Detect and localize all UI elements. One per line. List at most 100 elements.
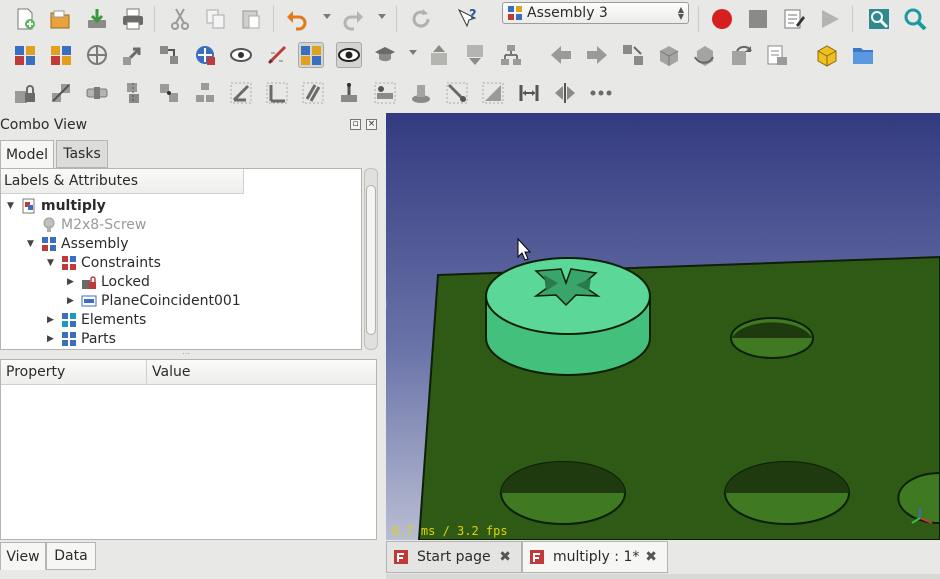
constraint-stack-icon[interactable] bbox=[192, 80, 218, 106]
undo-icon[interactable] bbox=[284, 6, 310, 32]
quick-solve-icon[interactable] bbox=[156, 42, 182, 68]
zoom-box-icon[interactable] bbox=[866, 6, 892, 32]
constraint-pointsdistance-icon[interactable] bbox=[336, 80, 362, 106]
tree-item-constraints[interactable]: ▼ Constraints bbox=[47, 253, 161, 272]
tab-data[interactable]: Data bbox=[46, 542, 96, 570]
zoom-icon[interactable] bbox=[902, 6, 928, 32]
constraint-lock-icon[interactable] bbox=[12, 80, 38, 106]
tree-item-multiply[interactable]: ▼ multiply bbox=[7, 196, 106, 215]
box-arrow-icon[interactable] bbox=[656, 42, 682, 68]
constraint-point-icon[interactable] bbox=[156, 80, 182, 106]
3d-scene[interactable] bbox=[386, 113, 940, 540]
macro-edit-icon[interactable] bbox=[781, 6, 807, 32]
select-element-icon[interactable] bbox=[620, 42, 646, 68]
whats-this-icon[interactable]: ? bbox=[455, 6, 481, 32]
tree-item-parts[interactable]: ▶ Parts bbox=[47, 329, 116, 348]
export-icon[interactable] bbox=[764, 42, 790, 68]
panel-splitter[interactable]: ⋯ bbox=[382, 300, 391, 309]
doc-tab-multiply[interactable]: multiply : 1* ✖ bbox=[522, 541, 668, 573]
screw-model[interactable] bbox=[485, 257, 651, 376]
axial-move-icon[interactable] bbox=[192, 42, 218, 68]
constraint-parallel-icon[interactable] bbox=[300, 80, 326, 106]
rotate-box-icon[interactable] bbox=[692, 42, 718, 68]
new-document-icon[interactable] bbox=[12, 6, 38, 32]
tab-tasks[interactable]: Tasks bbox=[56, 140, 108, 168]
document-icon bbox=[22, 198, 35, 213]
cut-icon[interactable] bbox=[167, 6, 193, 32]
constraint-angle-icon[interactable] bbox=[228, 80, 254, 106]
assembly-tree-icon[interactable] bbox=[498, 42, 524, 68]
tab-model[interactable]: Model bbox=[0, 140, 54, 168]
workbench-selector[interactable]: Assembly 3 ▲ ▼ bbox=[502, 2, 689, 24]
tree-item-assembly[interactable]: ▼ Assembly bbox=[27, 234, 128, 253]
toggle-visibility-icon[interactable] bbox=[228, 42, 254, 68]
close-tab-icon[interactable]: ✖ bbox=[499, 549, 511, 565]
tree-scrollbar-thumb[interactable] bbox=[366, 185, 376, 335]
property-column-header[interactable]: Property bbox=[1, 360, 147, 385]
macro-stop-icon[interactable] bbox=[745, 6, 771, 32]
move-item-down-icon[interactable] bbox=[462, 42, 488, 68]
float-panel-icon[interactable]: ▫ bbox=[350, 119, 361, 130]
expand-open-icon[interactable]: ▼ bbox=[7, 201, 15, 211]
axis-cross-icon[interactable] bbox=[84, 42, 110, 68]
assembly-more-dropdown-icon[interactable] bbox=[409, 50, 417, 55]
horizontal-scrollbar[interactable] bbox=[386, 574, 940, 579]
constraint-pointoncircle-icon[interactable] bbox=[444, 80, 470, 106]
tree-item-locked[interactable]: ▶ Locked bbox=[67, 272, 150, 291]
constraint-plane-icon[interactable] bbox=[84, 80, 110, 106]
macro-execute-icon[interactable] bbox=[817, 6, 843, 32]
constraint-distance-icon[interactable] bbox=[516, 80, 542, 106]
expand-open-icon[interactable]: ▼ bbox=[47, 258, 55, 268]
tree-item-planecoincident001[interactable]: ▶ PlaneCoincident001 bbox=[67, 291, 241, 310]
yellow-box-icon[interactable] bbox=[814, 42, 840, 68]
tree-item-elements[interactable]: ▶ Elements bbox=[47, 310, 146, 329]
more-constraints-icon[interactable] bbox=[588, 80, 614, 106]
arrow-left-icon[interactable] bbox=[548, 42, 574, 68]
print-icon[interactable] bbox=[120, 6, 146, 32]
move-part-icon[interactable] bbox=[120, 42, 146, 68]
assembly3-workbench-icon bbox=[507, 5, 523, 21]
expand-closed-icon[interactable]: ▶ bbox=[47, 315, 55, 325]
graduation-cap-icon[interactable] bbox=[372, 42, 398, 68]
move-item-up-icon[interactable] bbox=[426, 42, 452, 68]
auto-recompute-icon[interactable] bbox=[298, 42, 324, 68]
copy-icon[interactable] bbox=[203, 6, 229, 32]
trace-icon[interactable] bbox=[264, 42, 290, 68]
tree-scrollbar[interactable] bbox=[364, 168, 378, 350]
doc-tab-start-page[interactable]: Start page ✖ bbox=[386, 541, 522, 573]
expand-closed-icon[interactable]: ▶ bbox=[67, 277, 75, 287]
constraint-pointonline-icon[interactable] bbox=[372, 80, 398, 106]
redo-icon[interactable] bbox=[340, 6, 366, 32]
constraint-perpendicular-icon[interactable] bbox=[264, 80, 290, 106]
expand-closed-icon[interactable]: ▶ bbox=[47, 334, 55, 344]
folder-icon[interactable] bbox=[850, 42, 876, 68]
constraint-attachment-icon[interactable] bbox=[48, 80, 74, 106]
arrow-right-icon[interactable] bbox=[584, 42, 610, 68]
open-document-icon[interactable] bbox=[47, 6, 73, 32]
splitter-handle[interactable]: ⋯ bbox=[182, 349, 191, 358]
expand-open-icon[interactable]: ▼ bbox=[27, 239, 35, 249]
new-element-icon[interactable] bbox=[48, 42, 74, 68]
redo-box-icon[interactable] bbox=[728, 42, 754, 68]
undo-dropdown-icon[interactable] bbox=[323, 14, 331, 19]
tab-view[interactable]: View bbox=[0, 542, 46, 570]
new-assembly-icon[interactable] bbox=[12, 42, 38, 68]
refresh-icon[interactable] bbox=[408, 6, 434, 32]
constraint-pointonplane-icon[interactable] bbox=[408, 80, 434, 106]
value-column-header[interactable]: Value bbox=[147, 360, 376, 385]
save-icon[interactable] bbox=[84, 6, 110, 32]
paste-icon[interactable] bbox=[238, 6, 264, 32]
3d-viewport[interactable]: 6.7 ms / 3.2 fps bbox=[386, 113, 940, 540]
expand-closed-icon[interactable]: ▶ bbox=[67, 296, 75, 306]
selector-arrows-icon: ▲ ▼ bbox=[677, 5, 684, 21]
close-tab-icon[interactable]: ✖ bbox=[645, 549, 657, 565]
close-panel-icon[interactable]: × bbox=[366, 119, 377, 130]
tree-item-m2x8-screw[interactable]: M2x8-Screw bbox=[27, 215, 146, 234]
redo-dropdown-icon[interactable] bbox=[378, 14, 386, 19]
constraint-axial-icon[interactable] bbox=[120, 80, 146, 106]
constraint-pointplanedistance-icon[interactable] bbox=[480, 80, 506, 106]
constraint-symmetric-icon[interactable] bbox=[552, 80, 578, 106]
show-element-cs-icon[interactable] bbox=[336, 42, 362, 68]
macro-record-icon[interactable] bbox=[709, 6, 735, 32]
tree-column-header[interactable]: Labels & Attributes bbox=[1, 169, 244, 194]
